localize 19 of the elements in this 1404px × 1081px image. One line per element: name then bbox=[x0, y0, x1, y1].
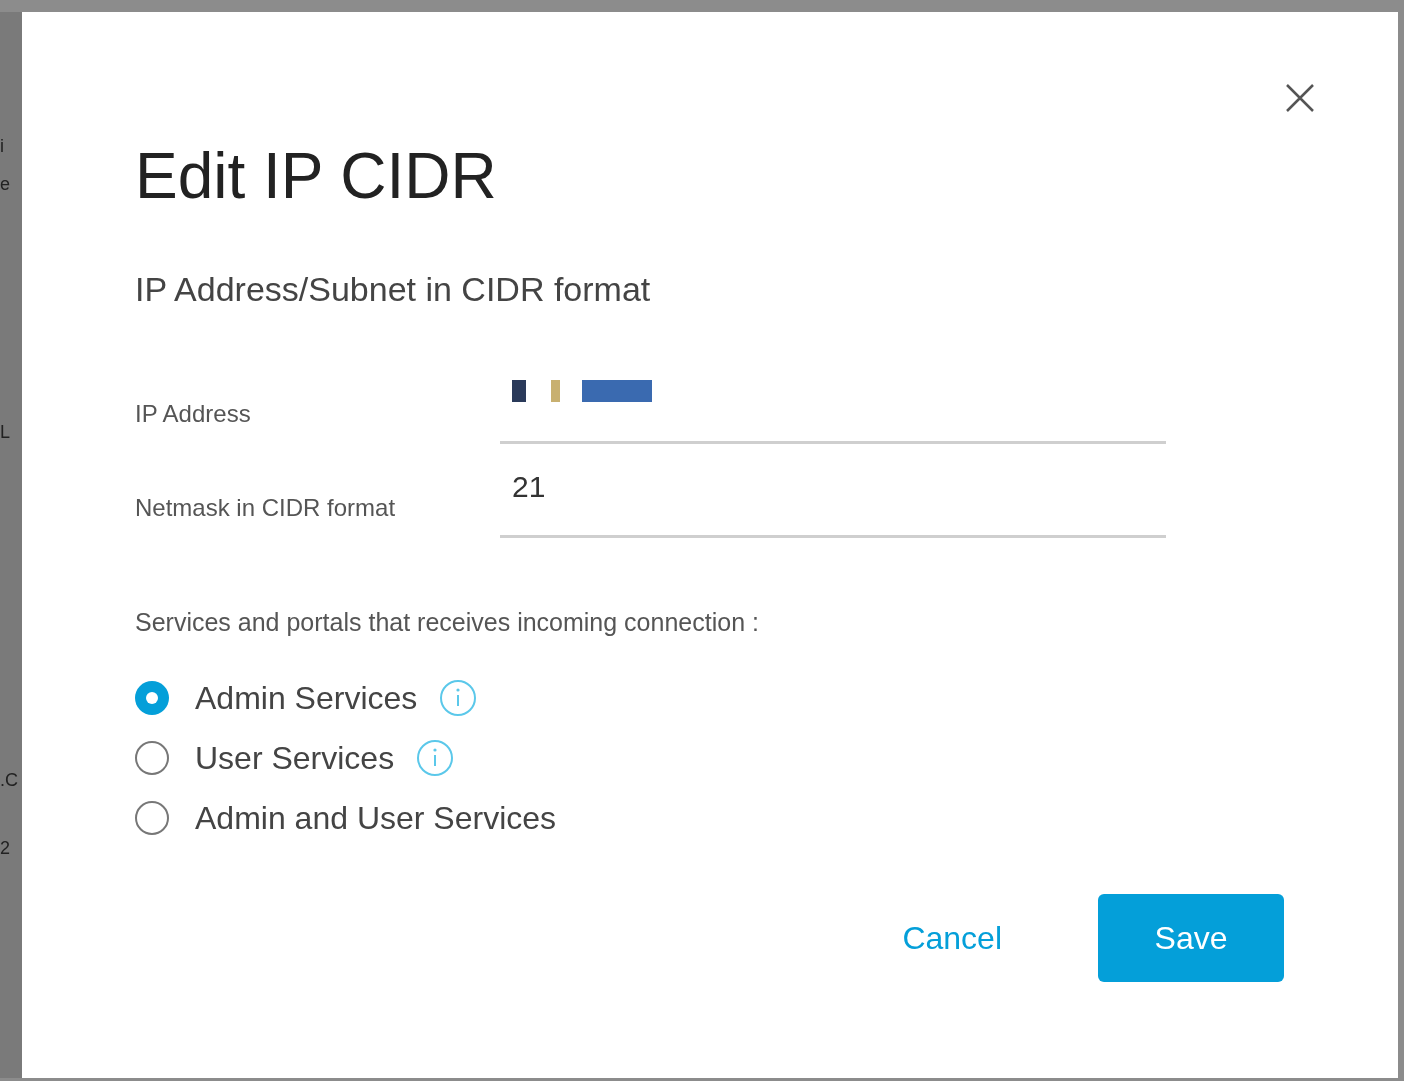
close-icon[interactable] bbox=[1284, 82, 1316, 114]
background-text: .C bbox=[0, 771, 18, 789]
radio-label[interactable]: Admin and User Services bbox=[195, 793, 557, 842]
radio-label[interactable]: Admin Services bbox=[195, 673, 418, 722]
radio-label[interactable]: User Services bbox=[195, 733, 395, 782]
background-text: 2 bbox=[0, 839, 10, 857]
services-label: Services and portals that receives incoming connection : bbox=[135, 607, 759, 638]
section-heading: IP Address/Subnet in CIDR format bbox=[135, 272, 651, 306]
radio-button[interactable] bbox=[135, 740, 169, 775]
background-text: L bbox=[0, 423, 10, 441]
field-label: IP Address bbox=[135, 399, 252, 429]
background-text: e bbox=[0, 175, 10, 193]
radio-button[interactable] bbox=[135, 680, 169, 715]
field-label: Netmask in CIDR format bbox=[135, 493, 397, 523]
input-field[interactable]: 21 bbox=[500, 444, 1166, 538]
dialog-title: Edit IP CIDR bbox=[135, 144, 497, 208]
radio-button[interactable] bbox=[135, 800, 169, 835]
input-value: 21 bbox=[512, 469, 546, 505]
background-text: i bbox=[0, 137, 4, 155]
